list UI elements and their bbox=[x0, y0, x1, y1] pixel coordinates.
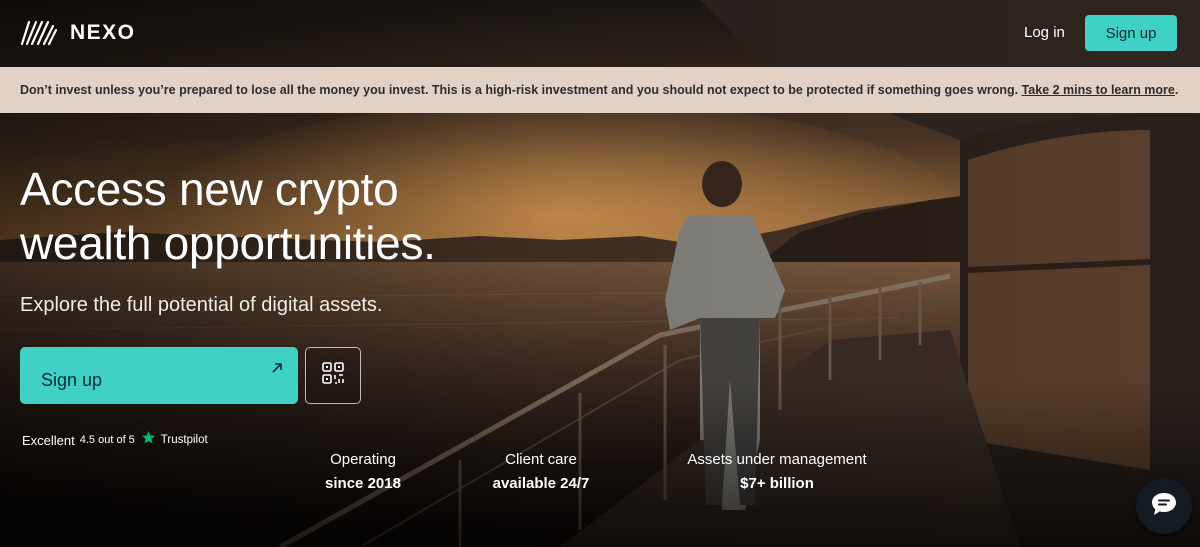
hero-headline: Access new crypto wealth opportunities. bbox=[20, 162, 580, 270]
header-signup-button[interactable]: Sign up bbox=[1085, 15, 1177, 51]
top-navigation: NEXO Log in Sign up bbox=[0, 0, 1200, 67]
hero-subheadline: Explore the full potential of digital as… bbox=[20, 294, 383, 316]
stat-assets: Assets under management $7+ billion bbox=[672, 451, 882, 492]
qr-code-button[interactable] bbox=[305, 347, 361, 404]
chat-support-button[interactable] bbox=[1136, 478, 1192, 534]
hero-signup-label: Sign up bbox=[41, 370, 103, 390]
qr-code-icon bbox=[321, 361, 345, 390]
risk-warning-message: Don’t invest unless you’re prepared to l… bbox=[20, 83, 1019, 97]
trustpilot-brand: Trustpilot bbox=[160, 434, 208, 446]
chat-bubble-icon bbox=[1149, 490, 1179, 523]
trustpilot-star-icon bbox=[141, 430, 156, 450]
hero-signup-button[interactable]: Sign up bbox=[20, 347, 298, 404]
stat-value: $7+ billion bbox=[740, 475, 814, 492]
hero-headline-line-1: Access new crypto bbox=[20, 163, 399, 215]
login-link[interactable]: Log in bbox=[1024, 24, 1065, 41]
stat-operating: Operating since 2018 bbox=[313, 451, 413, 492]
risk-warning-banner: Don’t invest unless you’re prepared to l… bbox=[0, 67, 1200, 113]
nexo-logo-icon bbox=[20, 20, 58, 46]
brand-name: NEXO bbox=[70, 21, 136, 44]
risk-warning-text: Don’t invest unless you’re prepared to l… bbox=[20, 83, 1178, 97]
trustpilot-score: 4.5 out of 5 bbox=[79, 434, 135, 446]
arrow-up-right-icon bbox=[270, 361, 284, 380]
learn-more-link[interactable]: Take 2 mins to learn more bbox=[1022, 83, 1175, 97]
trustpilot-rating[interactable]: Excellent 4.5 out of 5 Trustpilot bbox=[22, 430, 208, 450]
brand-logo[interactable]: NEXO bbox=[20, 20, 136, 46]
stat-label: Client care bbox=[505, 451, 577, 468]
stat-value: since 2018 bbox=[325, 475, 401, 492]
stat-label: Assets under management bbox=[687, 451, 867, 468]
stat-label: Operating bbox=[330, 451, 396, 468]
risk-warning-period: . bbox=[1174, 83, 1179, 97]
trustpilot-rating-word: Excellent bbox=[22, 432, 75, 448]
hero-headline-line-2: wealth opportunities. bbox=[20, 217, 436, 269]
stat-value: available 24/7 bbox=[492, 475, 590, 492]
stat-client-care: Client care available 24/7 bbox=[476, 451, 606, 492]
